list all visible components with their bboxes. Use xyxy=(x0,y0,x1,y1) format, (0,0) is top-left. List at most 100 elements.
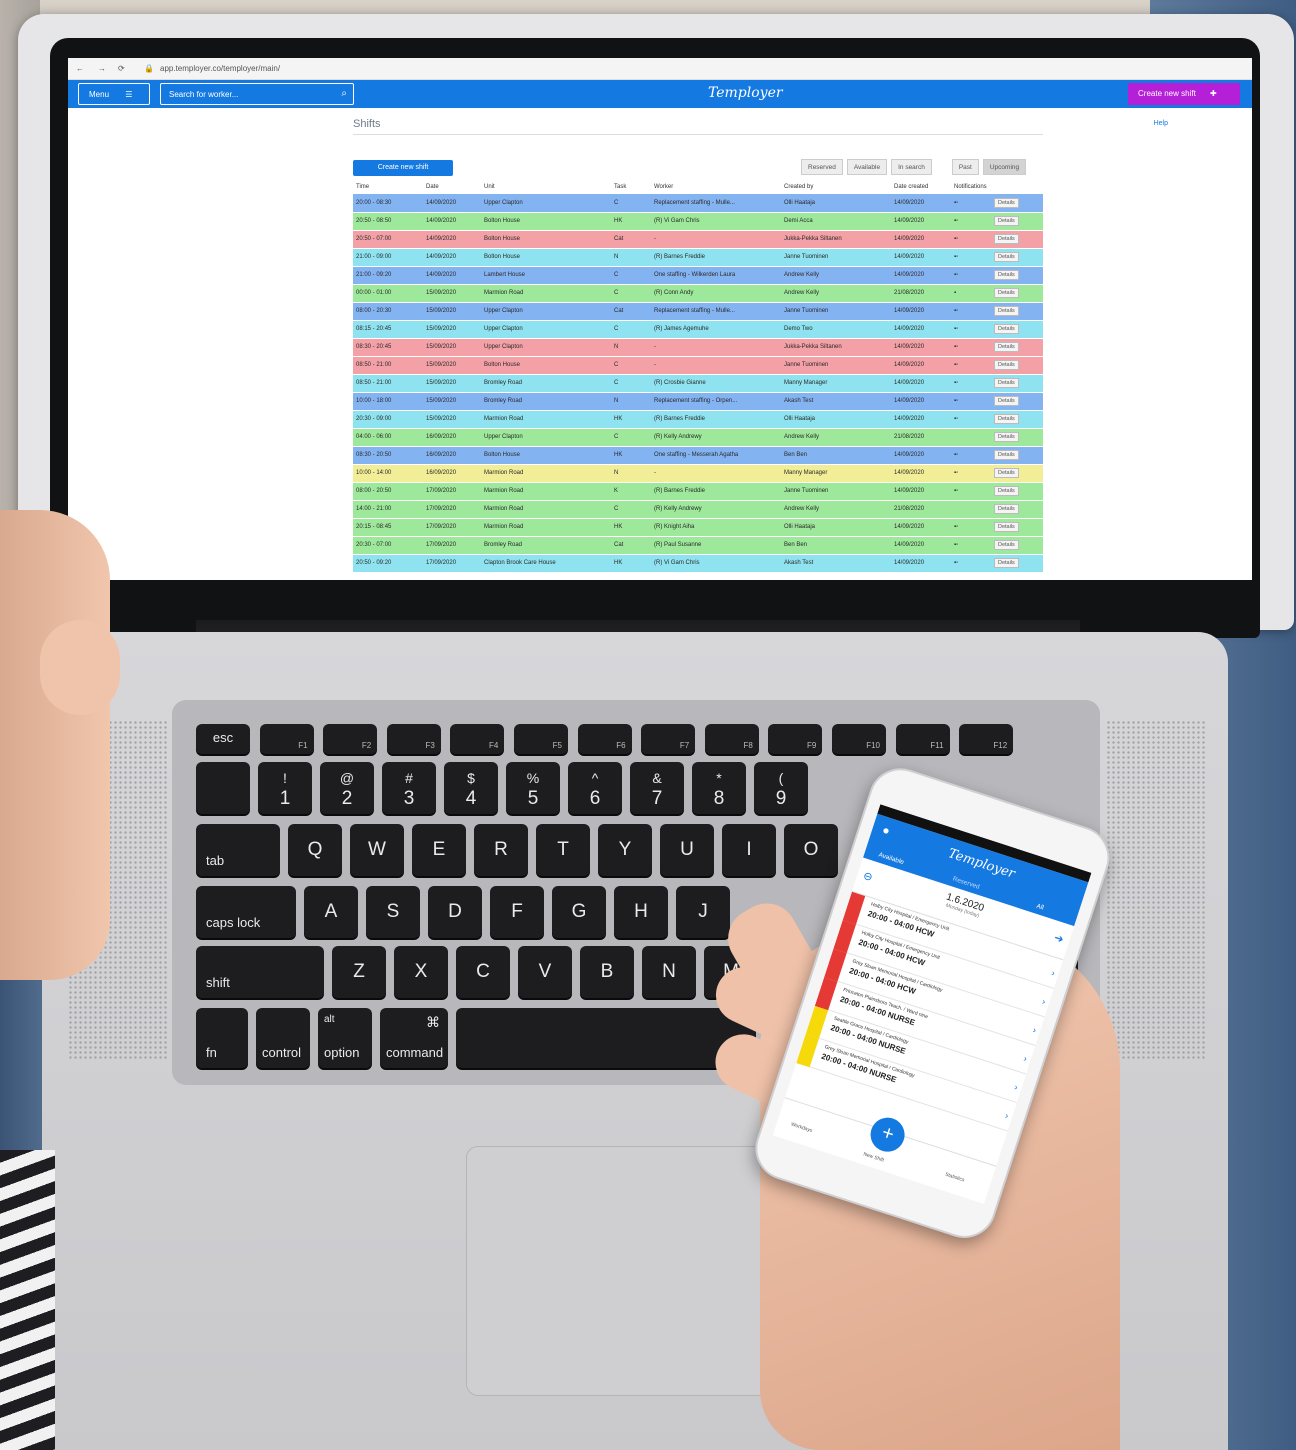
cell-unit[interactable]: Clapton Brook Care House xyxy=(481,554,611,573)
details-button[interactable]: Details xyxy=(994,342,1019,352)
details-button[interactable]: Details xyxy=(994,216,1019,226)
cell-unit[interactable]: Marmion Road xyxy=(481,500,611,519)
cell-worker[interactable]: - xyxy=(651,356,781,375)
cell-worker[interactable]: (R) James Agemuhe xyxy=(651,320,781,339)
key-tab[interactable]: tab xyxy=(196,824,280,876)
key-1[interactable]: ! 1 xyxy=(258,762,312,814)
details-button[interactable]: Details xyxy=(994,504,1019,514)
cell-unit[interactable]: Marmion Road xyxy=(481,410,611,429)
key-t[interactable]: T xyxy=(536,824,590,876)
details-button[interactable]: Details xyxy=(994,396,1019,406)
cell-worker[interactable]: (R) Kelly Andrewy xyxy=(651,500,781,519)
cell-worker[interactable]: Replacement staffing - Orpen... xyxy=(651,392,781,411)
table-row[interactable]: 08:50 - 21:00 15/09/2020 Bromley Road C (R) … xyxy=(353,374,1043,393)
filter-past[interactable]: Past xyxy=(951,159,979,175)
key-i[interactable]: I xyxy=(722,824,776,876)
key-y[interactable]: Y xyxy=(598,824,652,876)
col-task[interactable]: Task xyxy=(611,180,651,194)
key-b[interactable]: B xyxy=(580,946,634,998)
forward-icon[interactable]: → xyxy=(98,64,106,73)
key-u[interactable]: U xyxy=(660,824,714,876)
key-4[interactable]: $4 xyxy=(444,762,498,814)
key-f9[interactable]: F9 xyxy=(768,724,823,754)
filter-available[interactable]: Available xyxy=(846,159,888,175)
cell-worker[interactable]: Replacement staffing - Mulle... xyxy=(651,194,781,213)
details-button[interactable]: Details xyxy=(994,414,1019,424)
cell-worker[interactable]: - xyxy=(651,464,781,483)
key-command[interactable]: ⌘ command xyxy=(380,1008,448,1068)
cell-worker[interactable]: One staffing - Messerah Agatha xyxy=(651,446,781,465)
details-button[interactable]: Details xyxy=(994,252,1019,262)
nav-workdays[interactable]: Workdays xyxy=(790,1121,813,1134)
table-row[interactable]: 10:00 - 14:00 16/09/2020 Marmion Road N - Man… xyxy=(353,464,1043,483)
cell-unit[interactable]: Marmion Road xyxy=(481,284,611,303)
key-w[interactable]: W xyxy=(350,824,404,876)
cell-unit[interactable]: Marmion Road xyxy=(481,518,611,537)
profile-icon[interactable]: ● xyxy=(881,823,892,839)
cell-worker[interactable]: (R) Barnes Freddie xyxy=(651,248,781,267)
filter-in-search[interactable]: In search xyxy=(891,159,932,175)
create-new-shift-button[interactable]: Create new shift xyxy=(353,160,453,176)
cell-worker[interactable]: (R) Kelly Andrewy xyxy=(651,428,781,447)
details-button[interactable]: Details xyxy=(994,486,1019,496)
trackpad[interactable] xyxy=(466,1146,806,1396)
key-r[interactable]: R xyxy=(474,824,528,876)
cell-unit[interactable]: Bolton House xyxy=(481,446,611,465)
details-button[interactable]: Details xyxy=(994,288,1019,298)
help-link[interactable]: Help xyxy=(1154,120,1168,127)
key-e[interactable]: E xyxy=(412,824,466,876)
key-n[interactable]: N xyxy=(642,946,696,998)
nav-new-shift[interactable]: New Shift xyxy=(862,1151,884,1163)
back-icon[interactable]: ← xyxy=(76,64,84,73)
table-row[interactable]: 20:00 - 08:30 14/09/2020 Upper Clapton C Rep… xyxy=(353,194,1043,213)
details-button[interactable]: Details xyxy=(994,270,1019,280)
key-o[interactable]: O xyxy=(784,824,838,876)
key-a[interactable]: A xyxy=(304,886,358,938)
table-row[interactable]: 20:50 - 09:20 17/09/2020 Clapton Brook Car… xyxy=(353,554,1043,573)
key-s[interactable]: S xyxy=(366,886,420,938)
cell-worker[interactable]: (R) Knight Aiha xyxy=(651,518,781,537)
cell-unit[interactable]: Upper Clapton xyxy=(481,302,611,321)
details-button[interactable]: Details xyxy=(994,450,1019,460)
key-caps-lock[interactable]: caps lock xyxy=(196,886,296,938)
table-row[interactable]: 08:00 - 20:30 15/09/2020 Upper Clapton Cat R… xyxy=(353,302,1043,321)
table-row[interactable]: 10:00 - 18:00 15/09/2020 Bromley Road N Repl… xyxy=(353,392,1043,411)
cell-worker[interactable]: (R) Conn Andy xyxy=(651,284,781,303)
table-row[interactable]: 20:15 - 08:45 17/09/2020 Marmion Road HK (R)… xyxy=(353,518,1043,537)
key-q[interactable]: Q xyxy=(288,824,342,876)
key-f6[interactable]: F6 xyxy=(577,724,632,754)
col-worker[interactable]: Worker xyxy=(651,180,781,194)
col-time[interactable]: Time xyxy=(353,180,423,194)
key-option[interactable]: alt option xyxy=(318,1008,372,1068)
cell-unit[interactable]: Bolton House xyxy=(481,230,611,249)
details-button[interactable]: Details xyxy=(994,234,1019,244)
cell-unit[interactable]: Upper Clapton xyxy=(481,338,611,357)
table-row[interactable]: 00:00 - 01:00 15/09/2020 Marmion Road C (R) … xyxy=(353,284,1043,303)
table-row[interactable]: 08:50 - 21:00 15/09/2020 Bolton House C - Jan… xyxy=(353,356,1043,375)
cell-unit[interactable]: Bolton House xyxy=(481,356,611,375)
filter-upcoming[interactable]: Upcoming xyxy=(982,159,1027,175)
key-f1[interactable]: F1 xyxy=(259,724,314,754)
key-3[interactable]: #3 xyxy=(382,762,436,814)
details-button[interactable]: Details xyxy=(994,324,1019,334)
key-f4[interactable]: F4 xyxy=(450,724,505,754)
nav-statistics[interactable]: Statistics xyxy=(944,1172,965,1184)
key-f[interactable]: F xyxy=(490,886,544,938)
cell-worker[interactable]: One staffing - Wilkerden Laura xyxy=(651,266,781,285)
cell-unit[interactable]: Bromley Road xyxy=(481,374,611,393)
key-d[interactable]: D xyxy=(428,886,482,938)
cell-unit[interactable]: Upper Clapton xyxy=(481,194,611,213)
table-row[interactable]: 08:15 - 20:45 15/09/2020 Upper Clapton C (R)… xyxy=(353,320,1043,339)
table-row[interactable]: 21:00 - 09:00 14/09/2020 Bolton House N (R) … xyxy=(353,248,1043,267)
key-2[interactable]: @2 xyxy=(320,762,374,814)
reload-icon[interactable]: ⟳ xyxy=(118,64,125,73)
key-h[interactable]: H xyxy=(614,886,668,938)
cell-unit[interactable]: Lambert House xyxy=(481,266,611,285)
key-j[interactable]: J xyxy=(676,886,730,938)
key-f10[interactable]: F10 xyxy=(832,724,886,754)
cell-worker[interactable]: - xyxy=(651,338,781,357)
cell-worker[interactable]: (R) Barnes Freddie xyxy=(651,410,781,429)
key-esc[interactable]: esc xyxy=(196,724,250,754)
browser-address-bar[interactable]: ← → ⟳ 🔒 app.temployer.co/temployer/main/ xyxy=(68,58,1252,80)
key-f11[interactable]: F11 xyxy=(895,724,950,754)
